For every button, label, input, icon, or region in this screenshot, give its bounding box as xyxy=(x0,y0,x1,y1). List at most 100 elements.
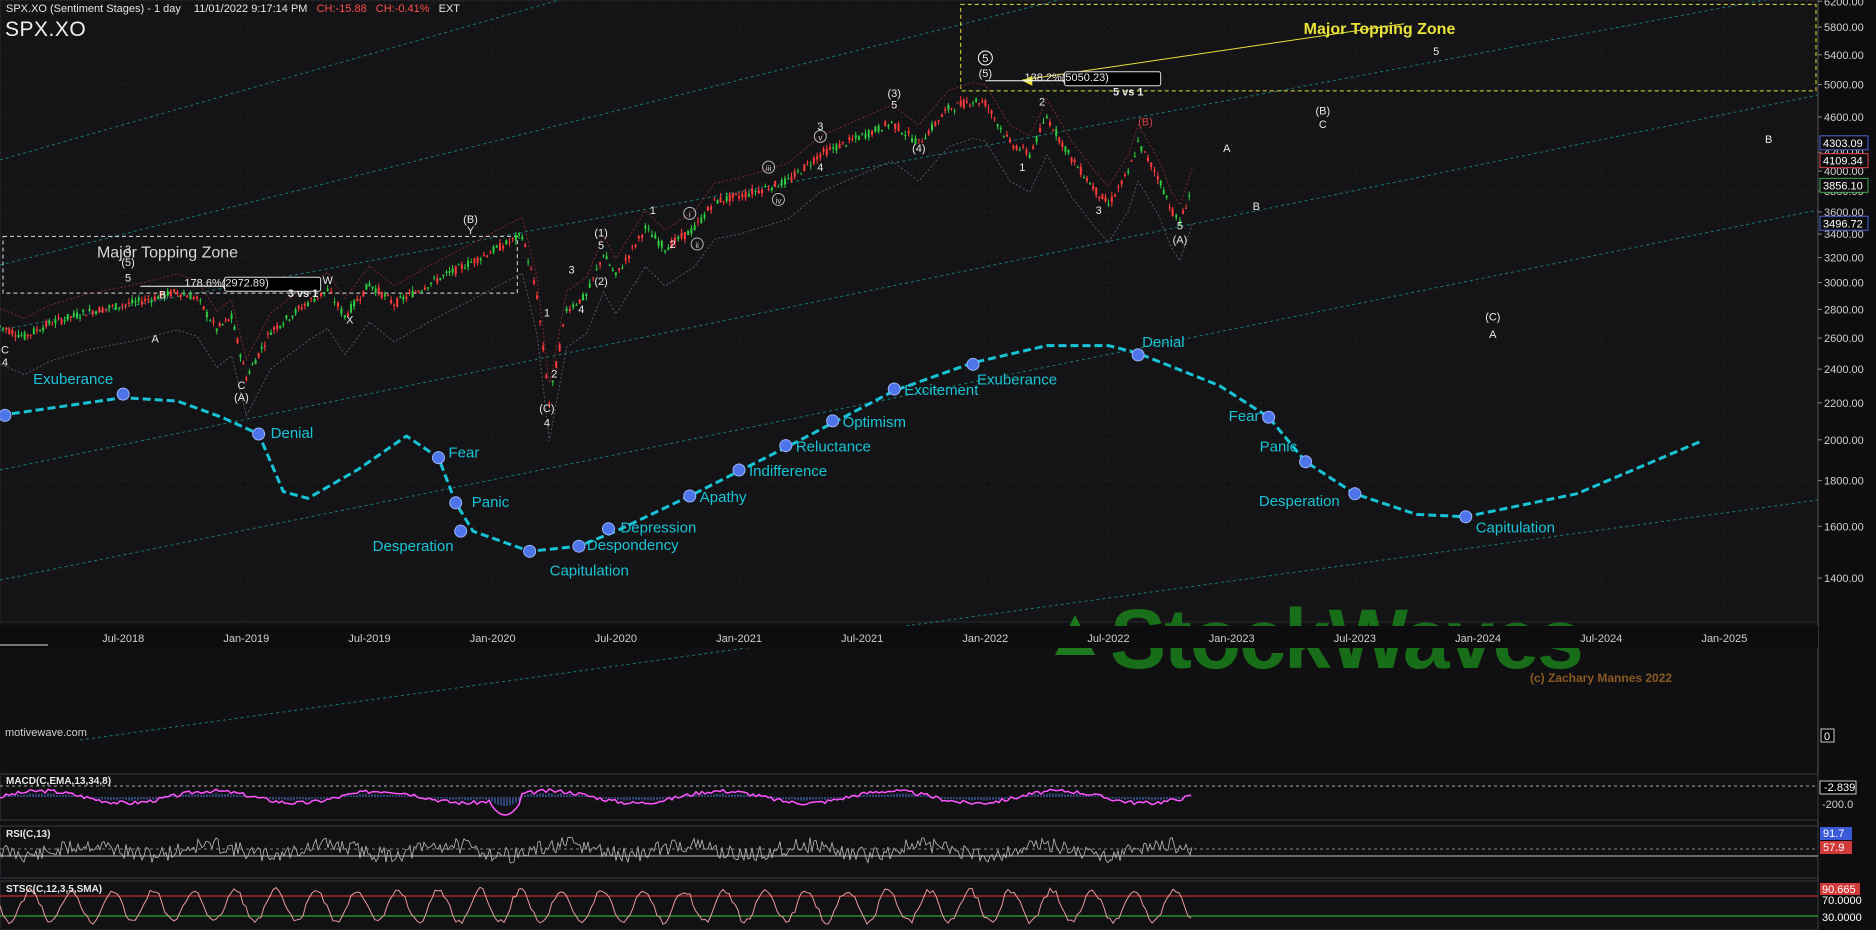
candle-body xyxy=(680,233,683,238)
wave-label: (B) xyxy=(1138,116,1153,128)
candle-body xyxy=(796,170,799,172)
candle-body xyxy=(144,298,147,301)
candle-body xyxy=(445,271,448,273)
x-tick-label: Jul-2022 xyxy=(1087,633,1129,645)
candle-body xyxy=(588,283,591,288)
candle-body xyxy=(386,294,389,296)
candle-body xyxy=(660,240,663,248)
price-label: 3496.72 xyxy=(1823,218,1863,230)
wave-label: (B) xyxy=(1316,105,1331,117)
sentiment-label: Exuberance xyxy=(33,371,113,388)
candle-body xyxy=(1127,170,1130,173)
candle-body xyxy=(169,290,172,297)
candle-body xyxy=(572,304,575,308)
candle-body xyxy=(1140,146,1143,152)
wave-label: Major Topping Zone xyxy=(1304,21,1456,38)
candle-body xyxy=(137,297,140,302)
candle-body xyxy=(953,110,956,112)
sentiment-node xyxy=(449,496,463,510)
candle-body xyxy=(127,302,130,304)
candle-body xyxy=(131,299,134,304)
y-tick-label: 1800.00 xyxy=(1824,476,1864,488)
candle-body xyxy=(1101,193,1104,200)
candle-body xyxy=(539,320,542,323)
candle-body xyxy=(439,278,442,281)
candle-body xyxy=(1025,149,1028,154)
rsi-level-low: 57.9 xyxy=(1823,842,1844,854)
candle-body xyxy=(8,328,11,334)
candle-body xyxy=(212,320,215,324)
candle-body xyxy=(602,255,605,257)
candle-body xyxy=(524,244,527,247)
time-axis[interactable]: Jul-2018 Jan-2019 Jul-2019 Jan-2020 Jul-2020… xyxy=(0,626,1818,648)
candle-body xyxy=(436,278,439,283)
candle-body xyxy=(60,319,63,324)
sentiment-node xyxy=(572,539,586,553)
candle-body xyxy=(1188,194,1191,197)
candle-body xyxy=(460,264,463,269)
candle-body xyxy=(505,240,508,245)
candle-body xyxy=(924,137,927,140)
candle-body xyxy=(911,138,914,143)
candle-body xyxy=(731,193,734,198)
candle-body xyxy=(744,192,747,198)
candle-body xyxy=(1182,210,1185,214)
wave-label: W xyxy=(322,275,333,287)
candle-body xyxy=(897,123,900,131)
candle-body xyxy=(725,196,728,201)
stoch-panel xyxy=(0,880,1819,930)
sentiment-node xyxy=(454,524,468,538)
candle-body xyxy=(1005,134,1008,137)
candle-body xyxy=(887,125,890,127)
candle-body xyxy=(140,301,143,305)
candle-body xyxy=(359,299,362,301)
candle-body xyxy=(463,267,466,269)
candle-body xyxy=(72,312,75,317)
motivewave-credit: motivewave.com xyxy=(5,727,87,739)
price-label: 3856.10 xyxy=(1823,180,1863,192)
candle-body xyxy=(402,296,405,300)
wave-label: iii xyxy=(766,164,772,173)
candle-body xyxy=(340,308,343,315)
candle-body xyxy=(690,228,693,234)
wave-label: 2 xyxy=(551,368,557,380)
candle-body xyxy=(536,295,539,299)
y-tick-label: 3400.00 xyxy=(1824,229,1864,241)
sentiment-node xyxy=(116,387,130,401)
candle-body xyxy=(545,375,548,379)
candle-body xyxy=(867,130,870,138)
wave-label: Major Topping Zone xyxy=(97,245,238,262)
candle-body xyxy=(959,100,962,106)
candle-body xyxy=(75,312,78,319)
candle-body xyxy=(822,148,825,152)
candle-body xyxy=(215,328,218,332)
candle-body xyxy=(1085,177,1088,181)
candle-body xyxy=(66,313,69,320)
candle-body xyxy=(1028,154,1031,158)
candle-body xyxy=(17,334,20,338)
wave-label: A xyxy=(152,334,160,346)
candle-body xyxy=(476,257,479,263)
candle-body xyxy=(1123,174,1126,176)
candle-body xyxy=(417,290,420,292)
candle-body xyxy=(242,362,245,365)
candle-body xyxy=(1064,146,1067,153)
candle-body xyxy=(999,127,1002,130)
candle-body xyxy=(374,288,377,293)
sentiment-node xyxy=(966,357,980,371)
candle-body xyxy=(527,261,530,263)
candle-body xyxy=(978,103,981,105)
candle-body xyxy=(300,307,303,310)
candle-body xyxy=(408,292,411,294)
wave-label: 5 vs 1 xyxy=(1113,87,1144,99)
y-tick-label: 2800.00 xyxy=(1824,304,1864,316)
candle-body xyxy=(1130,160,1133,162)
wave-label: 4 xyxy=(817,162,823,174)
candle-body xyxy=(291,315,294,318)
stoch-title: STSC(C,12,3,5,SMA) xyxy=(6,884,103,895)
chart-canvas[interactable]: StockWaves(c) Zachary Mannes 2022 Exuber… xyxy=(0,0,1876,930)
wave-label: 5 xyxy=(1433,46,1439,58)
candle-body xyxy=(706,207,709,211)
candle-body xyxy=(330,291,333,294)
x-tick-label: Jan-2021 xyxy=(716,633,762,645)
